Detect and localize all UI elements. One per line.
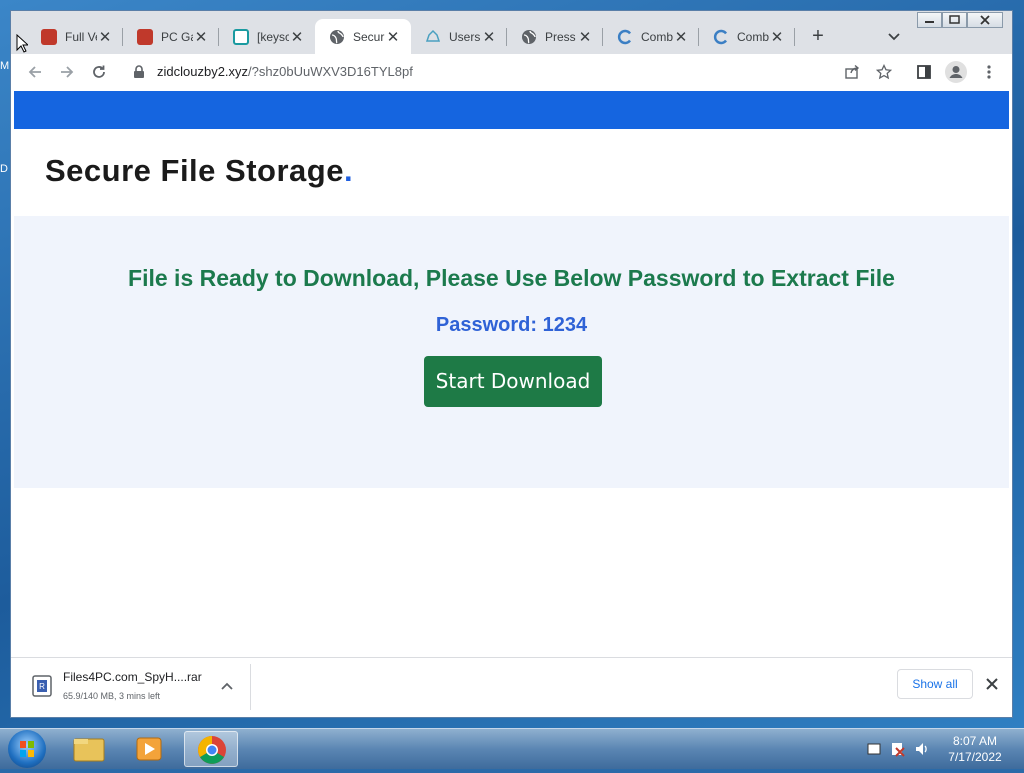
close-tab-icon[interactable]: ✕ xyxy=(577,28,593,46)
site-brand[interactable]: Secure File Storage. xyxy=(45,153,353,189)
start-download-button[interactable]: Start Download xyxy=(424,356,602,407)
clock-time: 8:07 AM xyxy=(952,734,998,748)
show-all-button[interactable]: Show all xyxy=(897,669,973,699)
menu-kebab-icon[interactable] xyxy=(977,60,1001,84)
close-shelf-icon[interactable] xyxy=(983,675,1001,693)
rar-file-icon[interactable]: R xyxy=(31,674,53,698)
download-progress-text: 65.9/140 MB, 3 mins left xyxy=(63,691,161,701)
close-tab-icon[interactable]: ✕ xyxy=(97,28,113,46)
url-path: /?shz0bUuWXV3D16TYL8pf xyxy=(248,64,413,79)
chrome-taskbar-icon[interactable] xyxy=(184,731,238,767)
c-logo-icon xyxy=(617,29,633,45)
share-icon[interactable] xyxy=(840,60,864,84)
chevron-up-icon[interactable] xyxy=(217,677,237,697)
pc-games-logo-icon xyxy=(137,28,153,45)
tab-strip: Full Ve ✕ PC Ga ✕ [keysc ✕ Secur ✕ Use xyxy=(11,11,1012,54)
side-panel-icon[interactable] xyxy=(912,60,936,84)
start-orb-icon[interactable] xyxy=(8,730,46,768)
clock[interactable]: 8:07 AM 7/17/2022 xyxy=(940,733,1010,765)
shelf-divider xyxy=(250,664,251,710)
tab-title: Press xyxy=(545,29,576,44)
close-tab-icon[interactable]: ✕ xyxy=(289,28,305,46)
tab-users[interactable]: Users ✕ xyxy=(411,19,507,54)
close-tab-icon[interactable]: ✕ xyxy=(385,28,401,46)
address-bar[interactable]: zidclouzby2.xyz/?shz0bUuWXV3D16TYL8pf xyxy=(127,57,887,87)
close-tab-icon[interactable]: ✕ xyxy=(193,28,209,46)
taskbar: 8:07 AM 7/17/2022 xyxy=(0,728,1024,769)
lock-icon[interactable] xyxy=(133,65,145,84)
tab-search-chevron-icon[interactable] xyxy=(886,28,902,44)
browser-toolbar: zidclouzby2.xyz/?shz0bUuWXV3D16TYL8pf xyxy=(11,54,1012,91)
tab-keyscore[interactable]: [keysc ✕ xyxy=(219,19,315,54)
web-page: Secure File Storage. File is Ready to Do… xyxy=(11,90,1012,657)
svg-text:R: R xyxy=(39,682,45,691)
download-file-name[interactable]: Files4PC.com_SpyH....rar xyxy=(63,670,202,684)
top-nav-bar xyxy=(14,91,1009,129)
ready-headline: File is Ready to Download, Please Use Be… xyxy=(128,265,895,291)
close-tab-icon[interactable]: ✕ xyxy=(481,28,497,46)
tab-title: Comb xyxy=(737,29,769,44)
desktop-icon-label[interactable]: M xyxy=(0,60,9,72)
brand-dot: . xyxy=(343,153,354,188)
url-text[interactable]: zidclouzby2.xyz/?shz0bUuWXV3D16TYL8pf xyxy=(157,64,413,79)
tab-title: PC Ga xyxy=(161,29,193,44)
forward-arrow-icon[interactable] xyxy=(55,60,79,84)
tab-pc-games[interactable]: PC Ga ✕ xyxy=(123,19,219,54)
close-window-button[interactable] xyxy=(967,12,1003,28)
tab-comb-2[interactable]: Comb ✕ xyxy=(699,19,795,54)
c-logo-icon xyxy=(713,29,729,45)
globe-icon xyxy=(329,29,345,45)
tab-full-version[interactable]: Full Ve ✕ xyxy=(27,19,123,54)
password-text: Password: 1234 xyxy=(435,314,588,336)
brand-text: Secure File Storage xyxy=(45,153,344,188)
new-tab-button[interactable]: + xyxy=(806,25,830,49)
tab-title: Full Ve xyxy=(65,29,97,44)
tab-title: Comb xyxy=(641,29,673,44)
desktop-icon-label[interactable]: D xyxy=(0,163,8,175)
media-player-taskbar-icon[interactable] xyxy=(122,731,176,767)
restore-button[interactable] xyxy=(942,12,967,28)
profile-avatar-icon[interactable] xyxy=(944,60,968,84)
tab-title: Secur xyxy=(353,29,385,44)
pc-games-logo-icon xyxy=(41,28,57,45)
keyscore-icon xyxy=(233,28,249,45)
tab-press[interactable]: Press ✕ xyxy=(507,19,603,54)
tab-title: Users xyxy=(449,29,481,44)
minimize-button[interactable] xyxy=(917,12,942,28)
bookmark-star-icon[interactable] xyxy=(872,60,896,84)
tab-comb-1[interactable]: Comb ✕ xyxy=(603,19,699,54)
system-tray xyxy=(866,739,932,759)
close-tab-icon[interactable]: ✕ xyxy=(769,28,785,46)
back-arrow-icon[interactable] xyxy=(23,60,47,84)
browser-window: Full Ve ✕ PC Ga ✕ [keysc ✕ Secur ✕ Use xyxy=(10,10,1013,718)
mouse-cursor-icon xyxy=(16,33,30,54)
clock-date: 7/17/2022 xyxy=(948,750,1002,764)
explorer-taskbar-icon[interactable] xyxy=(62,731,116,767)
cloud-icon xyxy=(425,29,441,45)
close-tab-icon[interactable]: ✕ xyxy=(673,28,689,46)
tab-separator xyxy=(794,28,795,46)
tab-secure-active[interactable]: Secur ✕ xyxy=(315,19,411,54)
download-shelf: R Files4PC.com_SpyH....rar 65.9/140 MB, … xyxy=(11,657,1012,717)
url-host: zidclouzby2.xyz xyxy=(157,64,249,79)
reload-icon[interactable] xyxy=(87,60,111,84)
download-section: File is Ready to Download, Please Use Be… xyxy=(14,216,1009,488)
globe-icon xyxy=(521,29,537,45)
tab-title: [keysc xyxy=(257,29,289,44)
